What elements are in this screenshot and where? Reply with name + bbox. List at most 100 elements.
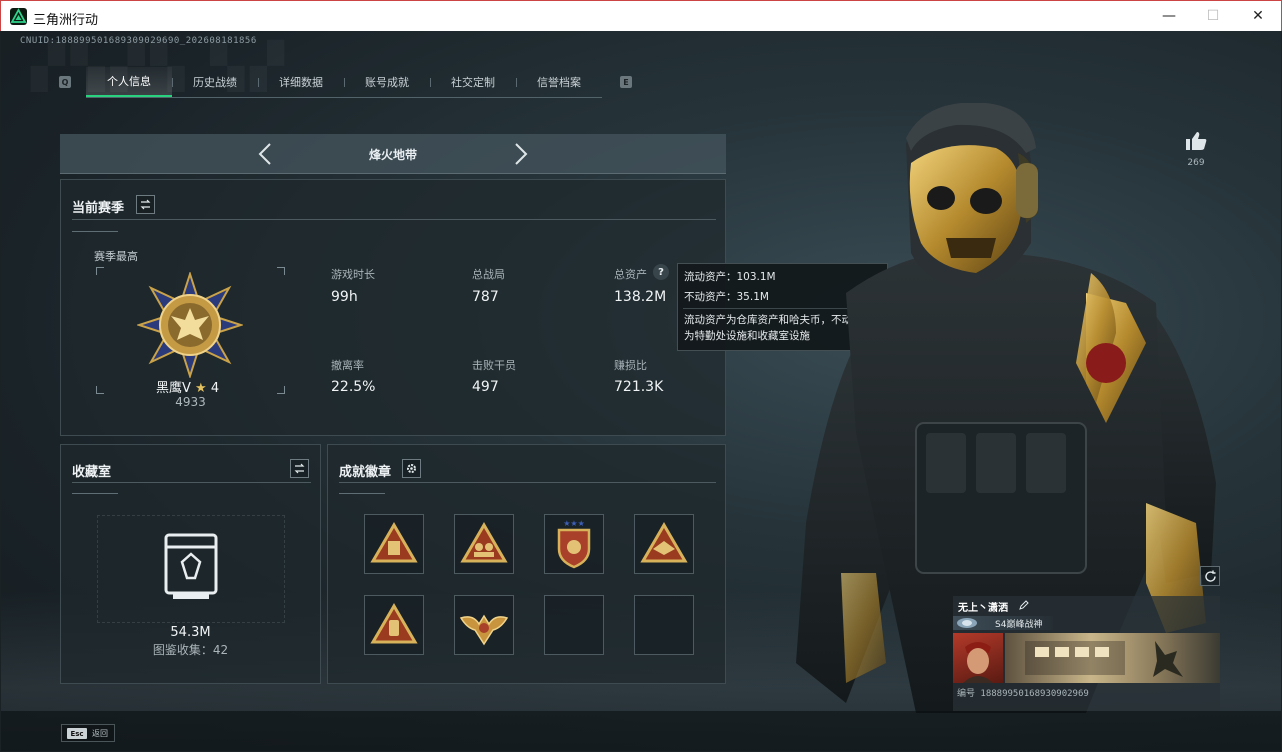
- game-viewport: ▞▚▞▚ ▚▞ CNUID:1888995016893090296​90_202…: [1, 31, 1281, 751]
- frame-corner: [277, 267, 285, 275]
- stat-label-playtime: 游戏时长: [331, 268, 375, 281]
- frame-corner: [96, 386, 104, 394]
- next-mode-arrow-icon[interactable]: [508, 141, 532, 167]
- bottom-bar: [1, 711, 1281, 751]
- empty-badge-slot[interactable]: [544, 595, 604, 655]
- player-banner: [1005, 633, 1220, 683]
- stat-value-total-assets: 138.2M: [614, 289, 667, 305]
- frame-corner: [96, 267, 104, 275]
- close-button[interactable]: ✕: [1235, 1, 1281, 31]
- divider: [339, 482, 716, 483]
- achievement-badge[interactable]: ★★★: [544, 514, 604, 574]
- achievement-badge[interactable]: [364, 595, 424, 655]
- app-logo-icon: [10, 8, 27, 25]
- rank-star-icon: ★: [195, 381, 207, 396]
- tab-bar: 个人信息 历史战绩 详细数据 账号成就 社交定制 信誉档案: [86, 67, 602, 98]
- divider: [72, 219, 716, 220]
- black-hawk-rank-emblem-icon: [137, 272, 243, 378]
- title-badge-icon: [957, 618, 977, 628]
- achievements-title: 成就徽章: [339, 465, 392, 480]
- tab-detailed-data[interactable]: 详细数据: [258, 67, 344, 97]
- banner-scene-icon: [1025, 641, 1183, 677]
- divider: [72, 231, 118, 232]
- prev-tab-key-icon[interactable]: Q: [59, 76, 71, 88]
- stat-label-matches: 总战局: [472, 268, 505, 281]
- achievement-badge[interactable]: [634, 514, 694, 574]
- maximize-button[interactable]: ☐: [1190, 1, 1236, 31]
- back-button[interactable]: Esc 返回: [61, 724, 115, 742]
- eagle-badge-icon: [640, 522, 688, 563]
- display-case-icon: [164, 533, 218, 599]
- tab-social-custom[interactable]: 社交定制: [430, 67, 516, 97]
- stat-value-matches: 787: [472, 289, 499, 305]
- season-title: 当前赛季: [72, 201, 125, 216]
- stat-label-operators-killed: 击败干员: [472, 359, 516, 372]
- season-best-label: 赛季最高: [94, 250, 138, 263]
- thumbs-up-icon: [1186, 132, 1207, 150]
- achievements-panel: 成就徽章 ★★★: [327, 444, 726, 684]
- stat-value-profit-loss: 721.3K: [614, 379, 664, 395]
- collection-panel: 收藏室 54.3M 图鉴收集：42: [60, 444, 321, 684]
- achievements-settings-button[interactable]: [402, 459, 421, 478]
- stat-value-extract-rate: 22.5%: [331, 379, 376, 395]
- svg-text:★★★: ★★★: [563, 519, 585, 528]
- rank-name: 黑鹰V: [156, 381, 191, 396]
- stat-label-extract-rate: 撤离率: [331, 359, 364, 372]
- uid-text: CNUID:1888995016893090296​90_20260818185…: [20, 36, 257, 46]
- tab-achievements[interactable]: 账号成就: [344, 67, 430, 97]
- supply-badge-icon: [370, 603, 418, 644]
- player-name: 无上丶潇洒: [958, 603, 1008, 614]
- back-label: 返回: [92, 729, 108, 738]
- stat-label-total-assets: 总资产: [614, 268, 647, 281]
- like-widget[interactable]: 269: [1179, 131, 1213, 168]
- window-titlebar: 三角洲行动 — ☐ ✕: [0, 0, 1282, 31]
- player-id: 编号 18889950168930902969: [957, 689, 1089, 699]
- rank-name-row: 黑鹰V ★ 4: [156, 377, 219, 396]
- collection-value: 54.3M: [170, 625, 211, 640]
- shield-badge-icon: ★★★: [557, 519, 591, 569]
- rank-score: 4933: [175, 395, 206, 409]
- ammo-badge-icon: [370, 522, 418, 563]
- player-avatar: [953, 633, 1003, 683]
- empty-badge-slot[interactable]: [634, 595, 694, 655]
- collection-switch-button[interactable]: [290, 459, 309, 478]
- stat-label-profit-loss: 赚损比: [614, 359, 647, 372]
- divider: [72, 493, 118, 494]
- window-title: 三角洲行动: [33, 13, 99, 28]
- divider: [339, 493, 385, 494]
- avatar-portrait-icon: [963, 642, 993, 683]
- tab-reputation[interactable]: 信誉档案: [516, 67, 602, 97]
- stat-value-operators-killed: 497: [472, 379, 499, 395]
- tooltip-liquid-assets: 流动资产：103.1M: [684, 271, 776, 283]
- tab-history[interactable]: 历史战绩: [172, 67, 258, 97]
- winged-badge-icon: [459, 614, 509, 646]
- esc-key-icon: Esc: [67, 728, 87, 739]
- minimize-button[interactable]: —: [1146, 1, 1192, 31]
- player-title-tag: S4巅峰战神: [953, 616, 1053, 630]
- next-tab-key-icon[interactable]: E: [620, 76, 632, 88]
- season-switch-button[interactable]: [136, 195, 155, 214]
- like-count: 269: [1187, 158, 1205, 168]
- divider: [72, 482, 311, 483]
- player-title: S4巅峰战神: [995, 620, 1043, 630]
- achievement-badge[interactable]: [454, 595, 514, 655]
- rotate-view-button[interactable]: [1200, 566, 1220, 586]
- player-card[interactable]: 无上丶潇洒 S4巅峰战神 编号 18889950168930902969: [953, 596, 1220, 711]
- assets-help-icon[interactable]: ?: [653, 264, 669, 280]
- refresh-icon: [1204, 570, 1216, 582]
- swap-icon: [140, 199, 151, 210]
- mode-title: 烽火地带: [368, 148, 417, 162]
- season-panel: 当前赛季 赛季最高 黑鹰V ★ 4 4933 游戏时长 99h 总战局 787 …: [60, 179, 726, 436]
- squad-badge-icon: [460, 522, 508, 563]
- rank-stars: 4: [210, 381, 220, 396]
- tab-personal-info[interactable]: 个人信息: [86, 67, 172, 97]
- collection-catalog: 图鉴收集：42: [152, 643, 229, 657]
- stat-value-playtime: 99h: [331, 289, 358, 305]
- achievement-badge[interactable]: [364, 514, 424, 574]
- frame-corner: [277, 386, 285, 394]
- edit-pencil-icon[interactable]: [1019, 600, 1029, 610]
- mode-selector: 烽火地带: [60, 134, 726, 174]
- achievement-badge[interactable]: [454, 514, 514, 574]
- tooltip-fixed-assets: 不动资产：35.1M: [684, 291, 769, 303]
- collection-title: 收藏室: [72, 465, 112, 480]
